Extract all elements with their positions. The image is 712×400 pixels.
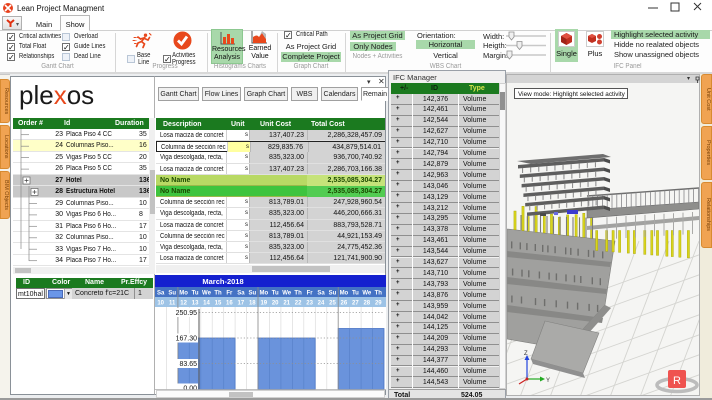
svg-text:Mo: Mo bbox=[179, 291, 188, 297]
svg-text:Y: Y bbox=[546, 378, 550, 384]
svg-text:Z: Z bbox=[524, 351, 528, 357]
svg-text:Tu: Tu bbox=[192, 291, 199, 297]
svg-text:10: 10 bbox=[157, 301, 164, 307]
svg-text:25: 25 bbox=[329, 301, 336, 307]
svg-text:17: 17 bbox=[238, 301, 245, 307]
svg-text:18: 18 bbox=[249, 301, 256, 307]
svg-text:Fr: Fr bbox=[226, 291, 233, 297]
svg-text:83.65: 83.65 bbox=[179, 361, 197, 368]
svg-text:14: 14 bbox=[203, 301, 210, 307]
svg-text:Tu: Tu bbox=[272, 291, 279, 297]
svg-text:21: 21 bbox=[283, 301, 290, 307]
svg-text:13: 13 bbox=[192, 301, 199, 307]
svg-text:March-2018: March-2018 bbox=[202, 277, 243, 286]
svg-text:Su: Su bbox=[168, 291, 176, 297]
svg-text:Th: Th bbox=[214, 291, 222, 297]
svg-text:Tu: Tu bbox=[352, 291, 359, 297]
svg-text:Sa: Sa bbox=[237, 291, 245, 297]
svg-text:Th: Th bbox=[375, 291, 383, 297]
svg-text:Fr: Fr bbox=[307, 291, 314, 297]
svg-text:We: We bbox=[202, 291, 212, 297]
svg-text:28: 28 bbox=[363, 301, 370, 307]
svg-text:Su: Su bbox=[329, 291, 337, 297]
svg-text:We: We bbox=[282, 291, 292, 297]
svg-text:We: We bbox=[362, 291, 372, 297]
svg-text:16: 16 bbox=[226, 301, 233, 307]
svg-text:Sa: Sa bbox=[157, 291, 165, 297]
svg-text:Sa: Sa bbox=[317, 291, 325, 297]
svg-text:24: 24 bbox=[318, 301, 325, 307]
svg-text:R: R bbox=[673, 375, 681, 387]
svg-text:23: 23 bbox=[306, 301, 313, 307]
svg-text:26: 26 bbox=[341, 301, 348, 307]
svg-text:Mo: Mo bbox=[259, 291, 268, 297]
svg-text:27: 27 bbox=[352, 301, 359, 307]
svg-text:15: 15 bbox=[215, 301, 222, 307]
svg-text:Su: Su bbox=[248, 291, 256, 297]
svg-text:29: 29 bbox=[375, 301, 382, 307]
svg-text:167.30: 167.30 bbox=[176, 336, 198, 343]
svg-text:22: 22 bbox=[295, 301, 302, 307]
svg-text:19: 19 bbox=[260, 301, 267, 307]
svg-text:20: 20 bbox=[272, 301, 279, 307]
svg-text:Mo: Mo bbox=[340, 291, 349, 297]
svg-text:11: 11 bbox=[169, 301, 176, 307]
svg-text:12: 12 bbox=[180, 301, 187, 307]
svg-text:Th: Th bbox=[294, 291, 302, 297]
svg-text:250.95: 250.95 bbox=[176, 310, 198, 317]
